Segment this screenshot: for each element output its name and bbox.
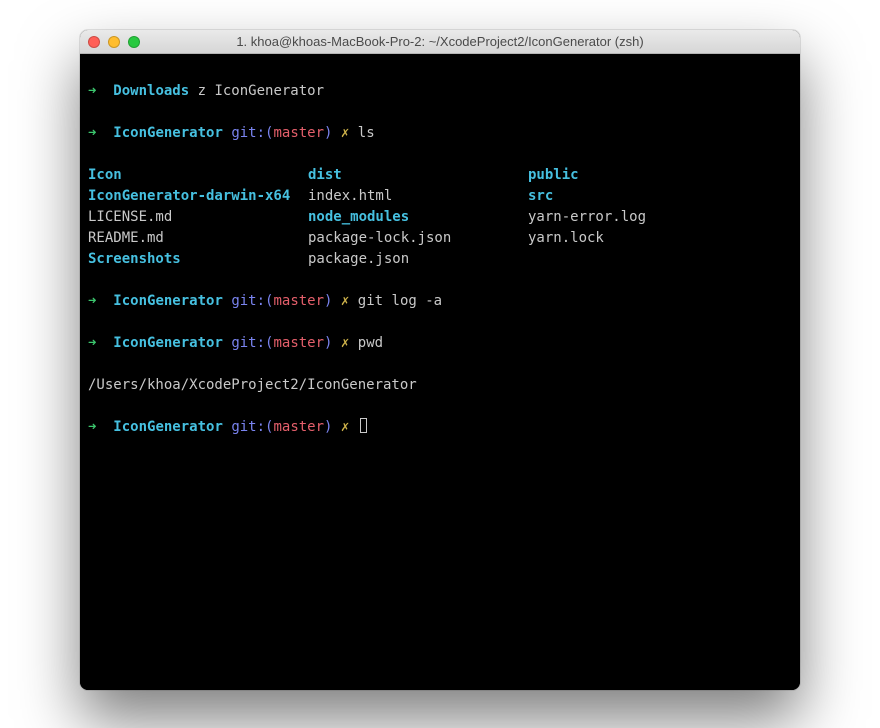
ls-entry: yarn.lock [528, 230, 604, 246]
ls-entry: package.json [308, 251, 409, 267]
git-label: git: [231, 419, 265, 435]
command-text: git log -a [358, 293, 442, 309]
ls-column: public src yarn-error.log yarn.lock [528, 165, 646, 270]
prompt-dir: IconGenerator [113, 293, 223, 309]
command-text: z IconGenerator [198, 83, 324, 99]
git-label: git: [231, 293, 265, 309]
maximize-icon[interactable] [128, 36, 140, 48]
git-dirty-icon: ✗ [341, 419, 349, 435]
paren-close: ) [324, 335, 332, 351]
ls-entry: index.html [308, 188, 392, 204]
window-title: 1. khoa@khoas-MacBook-Pro-2: ~/XcodeProj… [80, 34, 800, 49]
prompt-arrow-icon: ➜ [88, 293, 96, 309]
ls-entry: README.md [88, 230, 164, 246]
pwd-output: /Users/khoa/XcodeProject2/IconGenerator [88, 375, 792, 396]
prompt-line: ➜ Downloads z IconGenerator [88, 81, 792, 102]
paren-close: ) [324, 419, 332, 435]
prompt-line: ➜ IconGenerator git:(master) ✗ git log -… [88, 291, 792, 312]
ls-entry: LICENSE.md [88, 209, 172, 225]
paren-close: ) [324, 125, 332, 141]
command-text: pwd [358, 335, 383, 351]
close-icon[interactable] [88, 36, 100, 48]
terminal-body[interactable]: ➜ Downloads z IconGenerator ➜ IconGenera… [80, 54, 800, 690]
git-dirty-icon: ✗ [341, 125, 349, 141]
paren-close: ) [324, 293, 332, 309]
ls-entry: yarn-error.log [528, 209, 646, 225]
titlebar: 1. khoa@khoas-MacBook-Pro-2: ~/XcodeProj… [80, 30, 800, 54]
git-branch: master [273, 125, 324, 141]
ls-entry: dist [308, 167, 342, 183]
ls-entry: Screenshots [88, 251, 181, 267]
terminal-window: 1. khoa@khoas-MacBook-Pro-2: ~/XcodeProj… [80, 30, 800, 690]
prompt-dir: IconGenerator [113, 419, 223, 435]
command-text: ls [358, 125, 375, 141]
ls-column: Icon IconGenerator-darwin-x64 LICENSE.md… [88, 165, 308, 270]
prompt-line: ➜ IconGenerator git:(master) ✗ [88, 417, 792, 438]
git-dirty-icon: ✗ [341, 293, 349, 309]
prompt-line: ➜ IconGenerator git:(master) ✗ ls [88, 123, 792, 144]
window-controls [88, 36, 140, 48]
ls-entry: IconGenerator-darwin-x64 [88, 188, 290, 204]
prompt-arrow-icon: ➜ [88, 125, 96, 141]
git-branch: master [273, 335, 324, 351]
prompt-arrow-icon: ➜ [88, 83, 96, 99]
ls-entry: src [528, 188, 553, 204]
ls-entry: public [528, 167, 579, 183]
prompt-arrow-icon: ➜ [88, 335, 96, 351]
git-branch: master [273, 293, 324, 309]
ls-entry: node_modules [308, 209, 409, 225]
ls-column: dist index.html node_modules package-loc… [308, 165, 528, 270]
ls-entry: Icon [88, 167, 122, 183]
prompt-arrow-icon: ➜ [88, 419, 96, 435]
git-label: git: [231, 335, 265, 351]
prompt-dir: IconGenerator [113, 125, 223, 141]
minimize-icon[interactable] [108, 36, 120, 48]
prompt-dir: Downloads [113, 83, 189, 99]
git-branch: master [273, 419, 324, 435]
ls-entry: package-lock.json [308, 230, 451, 246]
prompt-dir: IconGenerator [113, 335, 223, 351]
cursor-icon[interactable] [360, 418, 367, 433]
prompt-line: ➜ IconGenerator git:(master) ✗ pwd [88, 333, 792, 354]
ls-output: Icon IconGenerator-darwin-x64 LICENSE.md… [88, 165, 792, 270]
git-label: git: [231, 125, 265, 141]
git-dirty-icon: ✗ [341, 335, 349, 351]
